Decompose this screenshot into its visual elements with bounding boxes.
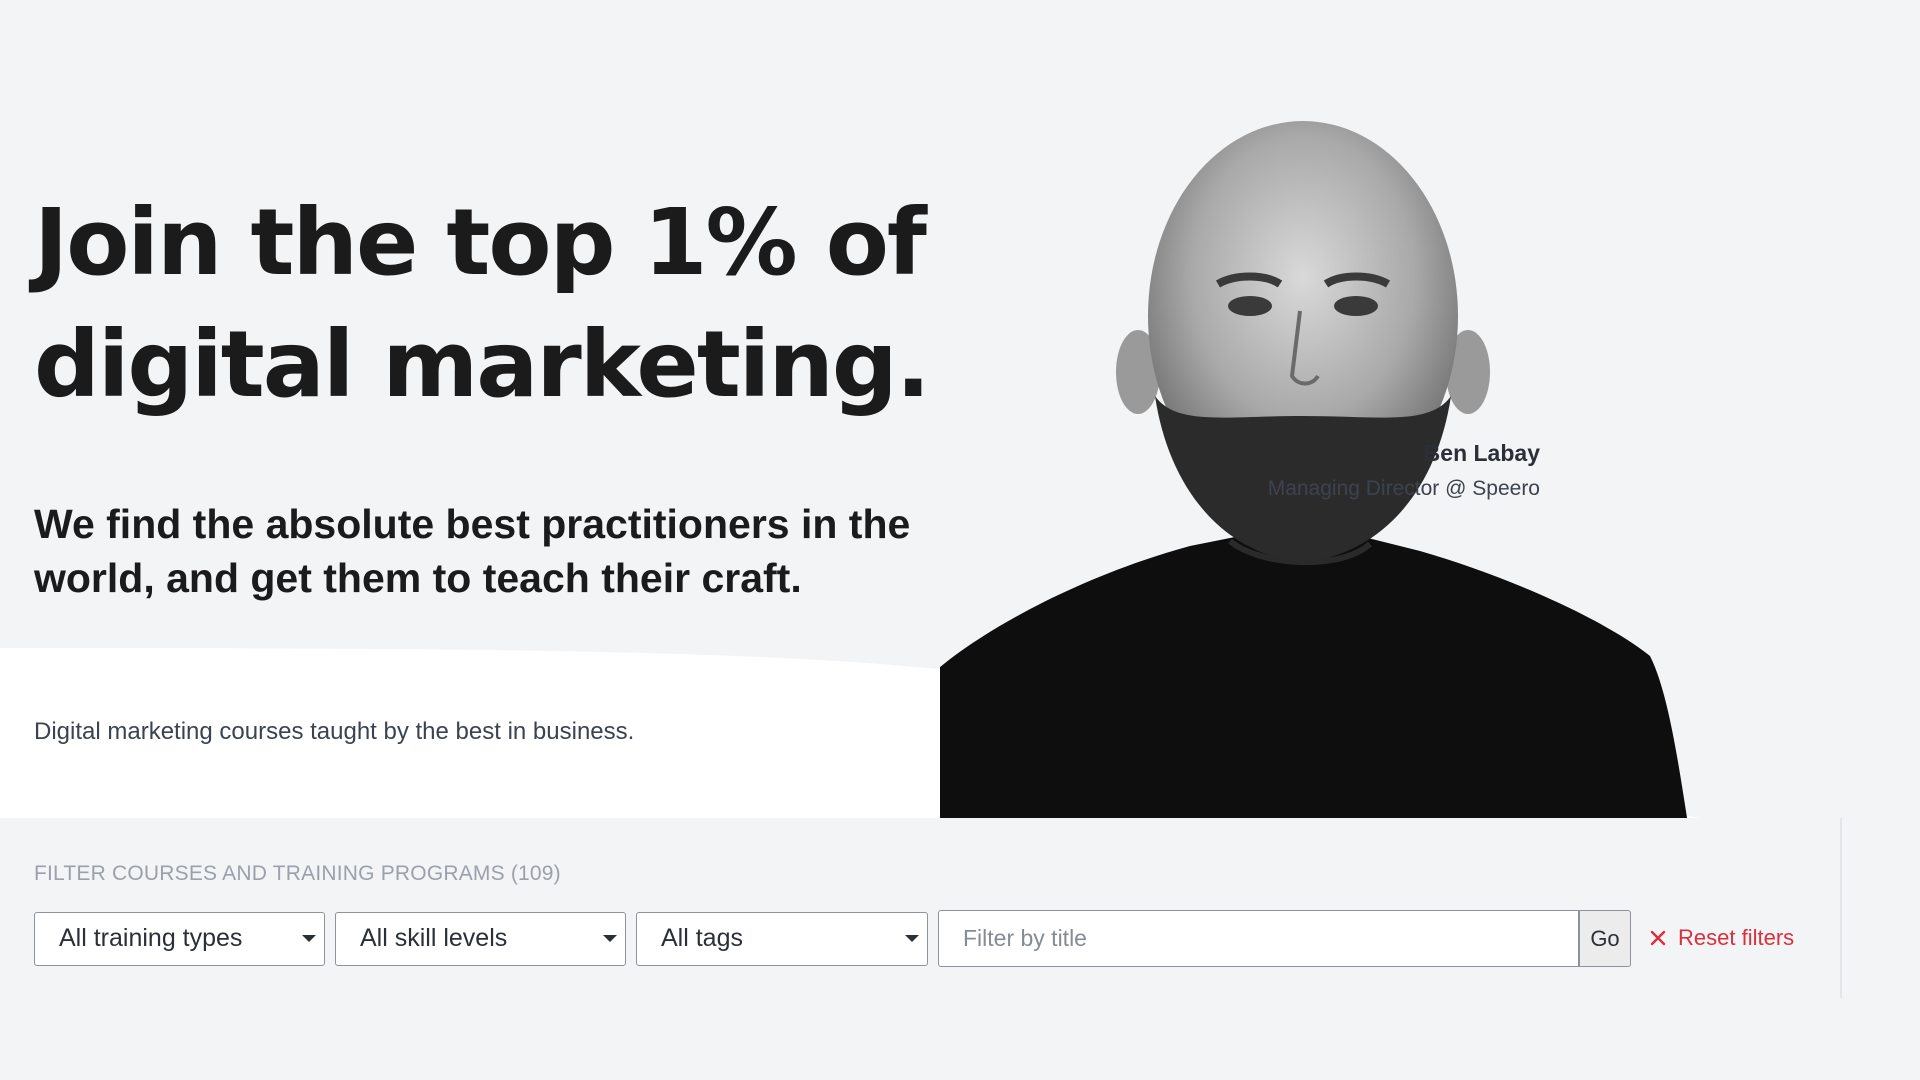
close-icon bbox=[1650, 930, 1666, 946]
hero-title: Join the top 1% of digital marketing. bbox=[34, 182, 934, 426]
training-type-select-value: All training types bbox=[59, 924, 243, 952]
instructor-name: Ben Labay bbox=[1423, 440, 1540, 466]
chevron-down-icon bbox=[302, 935, 316, 942]
reset-filters-label: Reset filters bbox=[1678, 925, 1795, 950]
reset-filters-link[interactable]: Reset filters bbox=[1650, 925, 1794, 951]
training-type-select[interactable]: All training types bbox=[34, 912, 325, 966]
hero-subtitle-line1: We find the absolute best practitioners … bbox=[34, 501, 911, 547]
chevron-down-icon bbox=[905, 935, 919, 942]
hero-description: Digital marketing courses taught by the … bbox=[34, 718, 635, 745]
instructor-portrait bbox=[940, 121, 1690, 836]
chevron-down-icon bbox=[603, 935, 617, 942]
hero-title-line1: Join the top 1% of bbox=[34, 189, 927, 296]
tags-select[interactable]: All tags bbox=[636, 912, 928, 966]
instructor-role: Managing Director @ Speero bbox=[1267, 477, 1540, 500]
filter-panel bbox=[0, 818, 1842, 998]
hero-subtitle: We find the absolute best practitioners … bbox=[34, 497, 934, 605]
hero-title-line2: digital marketing. bbox=[34, 311, 931, 418]
title-filter-input[interactable] bbox=[938, 910, 1579, 967]
tags-select-value: All tags bbox=[661, 924, 743, 952]
skill-level-select-value: All skill levels bbox=[360, 924, 508, 952]
page: Join the top 1% of digital marketing. We… bbox=[0, 0, 1920, 1080]
go-button[interactable]: Go bbox=[1579, 910, 1631, 967]
filter-heading: FILTER COURSES AND TRAINING PROGRAMS (10… bbox=[34, 862, 561, 885]
hero-subtitle-line2: world, and get them to teach their craft… bbox=[34, 555, 802, 601]
skill-level-select[interactable]: All skill levels bbox=[335, 912, 626, 966]
